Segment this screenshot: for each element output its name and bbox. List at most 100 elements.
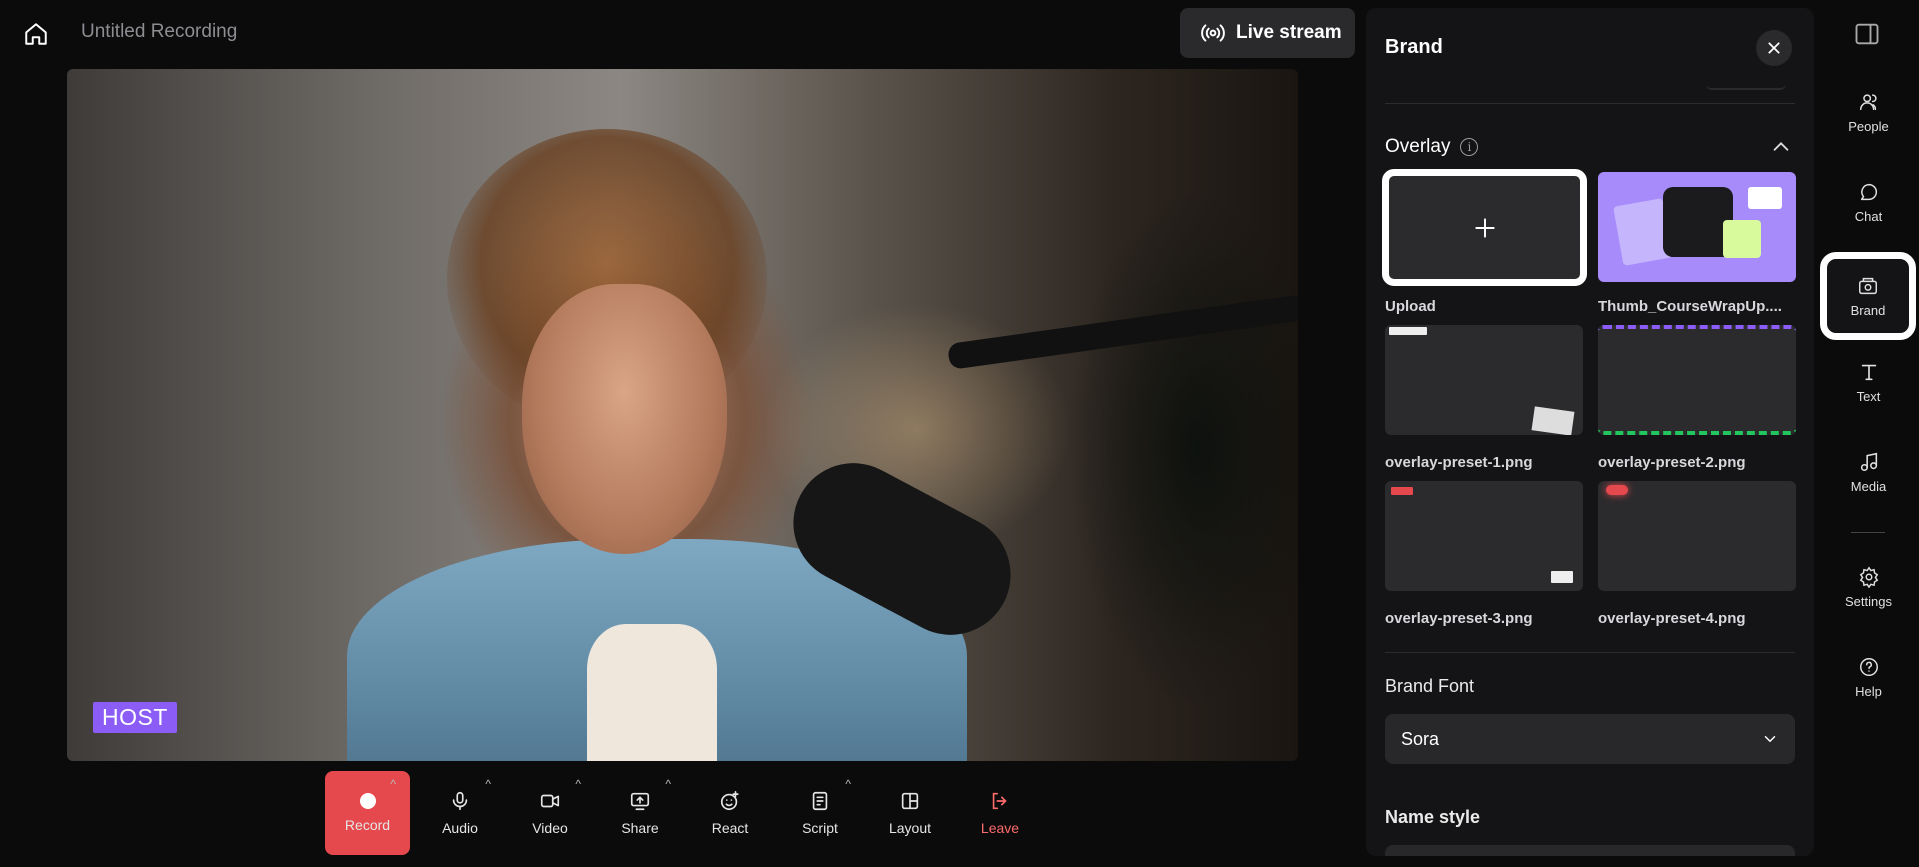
gear-icon: [1859, 566, 1878, 588]
record-label: Record: [344, 817, 391, 833]
stage-tee: [587, 624, 717, 761]
overlay-preset-2-label: overlay-preset-2.png: [1598, 454, 1746, 471]
rail-item-people[interactable]: People: [1818, 72, 1919, 152]
preset-mark: [1391, 487, 1413, 495]
rail-label-media: Media: [1850, 478, 1887, 494]
rail-item-text[interactable]: Text: [1818, 342, 1919, 422]
overlay-thumb-course[interactable]: [1598, 172, 1796, 282]
live-stream-button[interactable]: Live stream: [1180, 8, 1355, 58]
rail-item-chat[interactable]: Chat: [1818, 162, 1919, 242]
section-divider: [1385, 103, 1795, 104]
share-button[interactable]: ^ Share: [595, 771, 685, 855]
video-stage: HOST: [67, 69, 1298, 761]
bottom-toolbar: ^ Record ^ Audio ^ Video ^ Share React ^…: [325, 771, 1045, 855]
panel-title: Brand: [1385, 36, 1443, 58]
layout-icon: [901, 792, 919, 810]
close-icon: [1768, 42, 1780, 54]
script-label: Script: [802, 820, 838, 836]
overlay-thumb-preset-1[interactable]: [1385, 325, 1583, 435]
rail-label-settings: Settings: [1845, 593, 1892, 609]
chat-icon: [1860, 183, 1877, 200]
script-button[interactable]: ^ Script: [775, 771, 865, 855]
rail-item-brand[interactable]: Brand: [1820, 252, 1916, 340]
microphone-icon: [452, 791, 468, 811]
rail-separator: [1851, 532, 1885, 533]
audio-options-caret[interactable]: ^: [485, 777, 491, 791]
preset-mark: [1551, 571, 1573, 583]
brand-font-heading: Brand Font: [1385, 676, 1475, 696]
layout-button[interactable]: Layout: [865, 771, 955, 855]
overlay-thumb-preset-3[interactable]: [1385, 481, 1583, 591]
overlay-section-header: Overlay i: [1385, 136, 1479, 158]
preset-mark: [1531, 406, 1575, 435]
chevron-down-icon: [1764, 736, 1776, 743]
overlay-heading: Overlay: [1385, 136, 1451, 157]
name-style-select[interactable]: [1385, 845, 1795, 856]
section-divider: [1385, 652, 1795, 653]
card-sticker-shape: [1748, 187, 1782, 209]
name-style-heading: Name style: [1385, 807, 1481, 827]
broadcast-icon: [1201, 24, 1225, 42]
exit-icon: [992, 792, 1007, 810]
sidebar-toggle-icon[interactable]: [1853, 20, 1881, 48]
overlay-preset-4-label: overlay-preset-4.png: [1598, 610, 1746, 627]
preset-mark: [1389, 327, 1427, 335]
video-label: Video: [532, 820, 568, 836]
rail-label-help: Help: [1855, 683, 1882, 699]
right-rail: People Chat Brand Text Media Settings He…: [1818, 0, 1919, 867]
group-sticker-icon: [1723, 220, 1761, 258]
script-options-caret[interactable]: ^: [845, 777, 851, 791]
script-icon: [812, 791, 828, 811]
brand-panel: Brand Overlay i Upload Thumb_CourseWrapU…: [1366, 8, 1814, 856]
rail-label-chat: Chat: [1854, 208, 1883, 224]
home-button[interactable]: [18, 16, 54, 52]
overlay-upload-label: Upload: [1385, 298, 1436, 315]
layout-label: Layout: [888, 820, 932, 836]
music-note-icon: [1860, 452, 1877, 471]
rail-label-brand: Brand: [1850, 302, 1886, 318]
share-label: Share: [621, 820, 659, 836]
react-button[interactable]: React: [685, 771, 775, 855]
chevron-up-icon[interactable]: [1770, 136, 1792, 158]
overlay-upload-tile[interactable]: [1382, 169, 1587, 286]
record-options-caret[interactable]: ^: [390, 777, 396, 791]
audio-label: Audio: [442, 820, 478, 836]
overlay-thumb-preset-4[interactable]: [1598, 481, 1796, 591]
camera-icon: [540, 794, 560, 808]
overlay-preset-1-label: overlay-preset-1.png: [1385, 454, 1533, 471]
leave-button[interactable]: Leave: [955, 771, 1045, 855]
brand-icon: [1859, 277, 1877, 294]
overlay-thumb-preset-2[interactable]: [1598, 325, 1796, 435]
info-icon[interactable]: i: [1460, 138, 1479, 156]
plus-icon: [1474, 217, 1495, 238]
video-button[interactable]: ^ Video: [505, 771, 595, 855]
host-name-tag: HOST: [93, 702, 177, 733]
preset-mark: [1606, 485, 1628, 495]
rail-label-people: People: [1848, 118, 1889, 134]
stage-plant: [1067, 189, 1298, 709]
audio-button[interactable]: ^ Audio: [415, 771, 505, 855]
leave-label: Leave: [980, 820, 1020, 836]
overlay-preset-3-label: overlay-preset-3.png: [1385, 610, 1533, 627]
record-button[interactable]: ^ Record: [325, 771, 410, 855]
home-icon: [25, 23, 47, 45]
scrolled-content-edge: [1706, 78, 1786, 90]
react-label: React: [711, 820, 749, 836]
rail-label-text: Text: [1856, 388, 1881, 404]
close-panel-button[interactable]: [1756, 30, 1792, 66]
recording-studio: Untitled Recording Live stream HOST ^ Re…: [0, 0, 1919, 867]
rail-item-settings[interactable]: Settings: [1818, 547, 1919, 627]
video-options-caret[interactable]: ^: [575, 777, 581, 791]
rail-item-help[interactable]: Help: [1818, 637, 1919, 717]
recording-title[interactable]: Untitled Recording: [81, 21, 237, 43]
share-options-caret[interactable]: ^: [665, 777, 671, 791]
rail-item-media[interactable]: Media: [1818, 432, 1919, 512]
brand-font-select[interactable]: Sora: [1385, 714, 1795, 764]
brand-font-value: Sora: [1401, 728, 1440, 749]
text-icon: [1861, 364, 1876, 380]
emoji-add-icon: [720, 791, 739, 811]
stage-face: [522, 284, 727, 554]
overlay-course-label: Thumb_CourseWrapUp....: [1598, 298, 1782, 315]
screen-share-icon: [630, 792, 650, 811]
live-stream-label: Live stream: [1236, 22, 1342, 43]
